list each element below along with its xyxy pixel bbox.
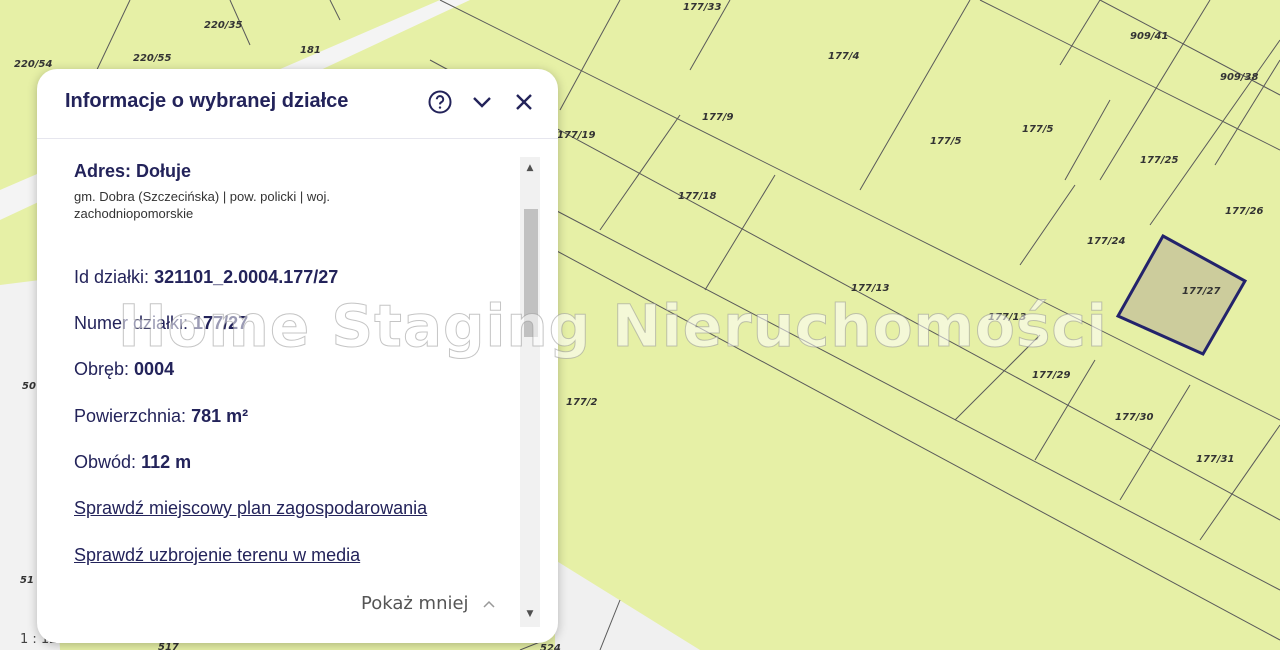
utilities-link[interactable]: Sprawdź uzbrojenie terenu w media [74,545,360,566]
scrollbar-thumb[interactable] [524,209,538,337]
parcel-label: 181 [300,45,321,56]
parcel-number-label: Numer działki: [74,313,189,333]
address-prefix: Adres: [74,161,132,181]
show-less-button[interactable]: Pokaż mniej [361,593,496,614]
parcel-label: 177/5 [1022,124,1054,135]
parcel-id-value: 321101_2.0004.177/27 [154,267,339,287]
parcel-number-row: Numer działki: 177/27 [74,313,248,334]
parcel-label: 220/35 [204,20,242,31]
parcel-label: 177/33 [683,2,721,13]
parcel-label: 177/2 [566,397,598,408]
area-row: Powierzchnia: 781 m² [74,406,248,427]
chevron-down-icon[interactable] [469,89,495,115]
parcel-label: 909/41 [1130,31,1168,42]
parcel-label: 177/29 [1032,370,1070,381]
panel-header: Informacje o wybranej działce [37,69,558,139]
parcel-label: 177/9 [702,112,734,123]
parcel-label: 177/18 [678,191,716,202]
address-subline: gm. Dobra (Szczecińska) | pow. policki |… [74,189,331,221]
parcel-label: 177/25 [1140,155,1178,166]
perimeter-row: Obwód: 112 m [74,452,191,473]
address-line: Adres: Dołuje [74,161,514,182]
parcel-label: 177/26 [1225,206,1263,217]
panel-content: Adres: Dołuje gm. Dobra (Szczecińska) | … [74,161,514,565]
parcel-number-value: 177/27 [193,313,249,333]
parcel-label: 177/27 [1182,286,1220,297]
parcel-id-label: Id działki: [74,267,150,287]
perimeter-value: 112 m [141,452,192,472]
area-label: Powierzchnia: [74,406,187,426]
parcel-id-row: Id działki: 321101_2.0004.177/27 [74,267,338,288]
help-circle-icon[interactable] [427,89,453,115]
parcel-label: 177/4 [828,51,860,62]
parcel-label: 177/24 [1087,236,1125,247]
chevron-up-icon [483,600,495,608]
show-less-label: Pokaż mniej [361,593,469,614]
obreb-label: Obręb: [74,359,130,379]
area-value: 781 m² [191,406,249,426]
parcel-label: 524 [540,643,561,650]
obreb-row: Obręb: 0004 [74,359,174,380]
parcel-label: 50 [22,381,36,392]
parcel-label: 909/38 [1220,72,1258,83]
panel-title: Informacje o wybranej działce [65,90,349,112]
parcel-label: 517 [158,642,179,650]
close-icon[interactable] [511,89,537,115]
parcel-label: 177/13 [851,283,889,294]
perimeter-label: Obwód: [74,452,137,472]
address-value: Dołuje [136,161,192,181]
parcel-label: 220/55 [133,53,171,64]
obreb-value: 0004 [134,359,175,379]
parcel-info-panel: Informacje o wybranej działce Adres: Doł… [37,69,558,643]
parcel-label: 177/13 [988,312,1026,323]
zoning-plan-link[interactable]: Sprawdź miejscowy plan zagospodarowania [74,498,427,519]
parcel-label: 177/31 [1196,454,1234,465]
scroll-up-arrow-icon[interactable]: ▲ [523,161,537,175]
parcel-label: 51 [20,575,34,586]
scroll-down-arrow-icon[interactable]: ▼ [523,607,537,621]
parcel-label: 177/30 [1115,412,1153,423]
parcel-label: 177/5 [930,136,962,147]
parcel-label: 177/19 [557,130,595,141]
